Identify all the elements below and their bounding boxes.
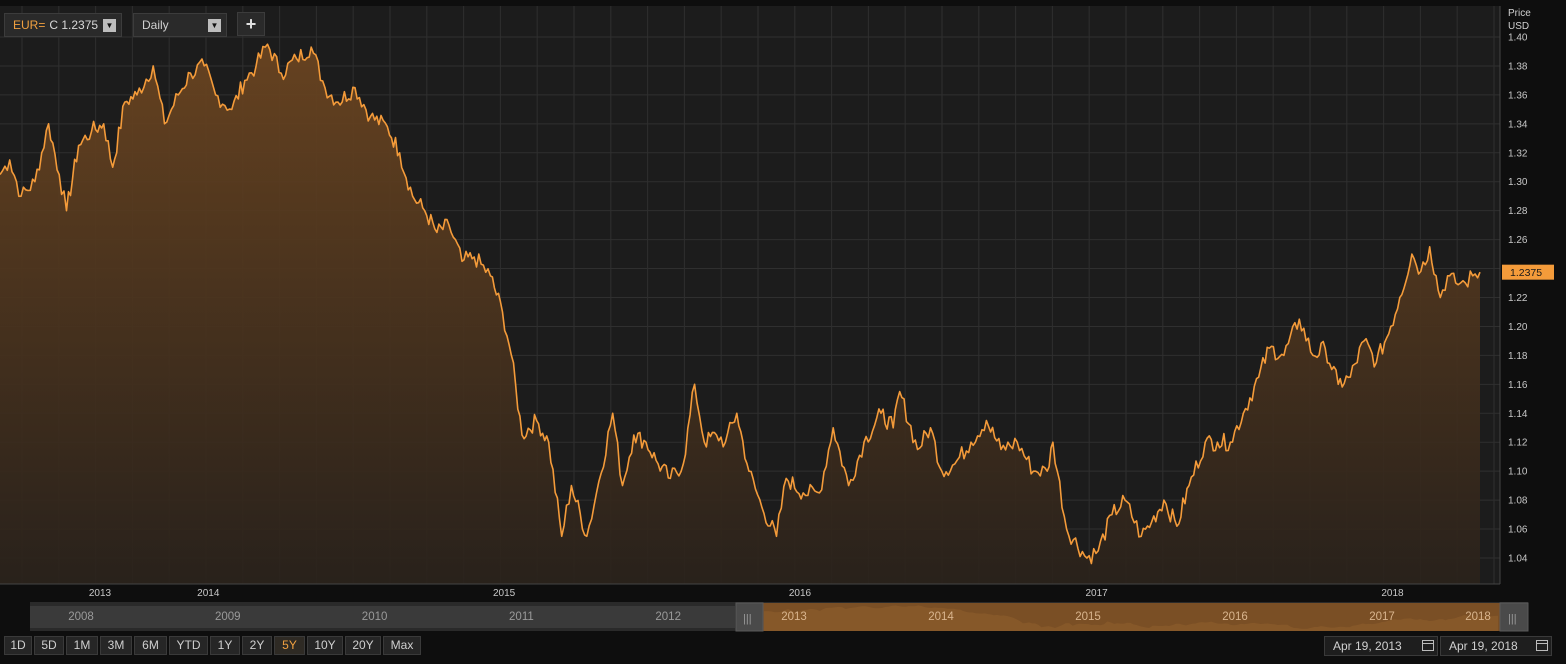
symbol-label: EUR= (13, 18, 46, 32)
price-chart[interactable]: 1.04 1.06 1.08 1.10 1.12 1.14 1.16 1.18 1.20 1.22… (0, 0, 1566, 664)
y-axis-unit: USD (1508, 21, 1529, 32)
range-button-5y[interactable]: 5Y (274, 636, 305, 655)
navigator-year-label: 2018 (1465, 611, 1491, 623)
y-axis-ticks: 1.04 1.06 1.08 1.10 1.12 1.14 1.16 1.18 1.20 1.22… (1508, 33, 1528, 565)
navigator-year-label: 2011 (509, 611, 534, 623)
y-tick-label: 1.16 (1508, 380, 1528, 391)
x-tick-label: 2018 (1381, 588, 1404, 599)
y-tick-label: 1.34 (1508, 119, 1528, 130)
range-button-1m[interactable]: 1M (66, 636, 98, 655)
navigator-year-label: 2015 (1075, 611, 1101, 623)
x-tick-label: 2017 (1086, 588, 1109, 599)
navigator-year-label: 2008 (68, 611, 94, 623)
y-tick-label: 1.40 (1508, 33, 1528, 44)
plus-icon: + (245, 14, 257, 34)
navigator-year-label: 2016 (1222, 611, 1248, 623)
x-tick-label: 2015 (493, 588, 516, 599)
last-price-tag: 1.2375 (1502, 264, 1554, 280)
y-tick-label: 1.18 (1508, 351, 1528, 362)
y-tick-label: 1.20 (1508, 322, 1528, 333)
y-tick-label: 1.36 (1508, 90, 1528, 101)
navigator-left-handle-grip: ||| (743, 613, 752, 625)
interval-dropdown[interactable]: Daily ▼ (133, 13, 227, 37)
y-tick-label: 1.12 (1508, 438, 1528, 449)
y-tick-label: 1.38 (1508, 61, 1528, 72)
y-axis-title: Price (1508, 8, 1531, 19)
range-button-5d[interactable]: 5D (34, 636, 64, 655)
x-tick-label: 2016 (789, 588, 812, 599)
range-button-2y[interactable]: 2Y (242, 636, 272, 655)
calendar-icon[interactable] (1536, 640, 1548, 651)
y-tick-label: 1.30 (1508, 177, 1528, 188)
y-tick-label: 1.06 (1508, 525, 1528, 536)
quote-label: C 1.2375 (49, 18, 99, 32)
y-tick-label: 1.14 (1508, 409, 1528, 420)
range-button-10y[interactable]: 10Y (307, 636, 343, 655)
navigator-year-label: 2010 (362, 611, 388, 623)
range-button-20y[interactable]: 20Y (345, 636, 381, 655)
y-tick-label: 1.10 (1508, 467, 1528, 478)
range-button-max[interactable]: Max (383, 636, 421, 655)
last-price-label: 1.2375 (1510, 267, 1542, 279)
y-tick-label: 1.04 (1508, 554, 1528, 565)
y-tick-label: 1.28 (1508, 206, 1528, 217)
navigator-year-label: 2009 (215, 611, 241, 623)
range-button-6m[interactable]: 6M (134, 636, 167, 655)
range-button-1y[interactable]: 1Y (210, 636, 240, 655)
navigator-year-label: 2017 (1369, 611, 1395, 623)
navigator-year-label: 2013 (781, 611, 807, 623)
range-button-3m[interactable]: 3M (100, 636, 132, 655)
navigator-right-handle-grip: ||| (1508, 613, 1517, 625)
navigator-year-label: 2012 (655, 611, 681, 623)
date-from-field[interactable]: Apr 19, 2013 (1324, 636, 1438, 656)
y-tick-label: 1.32 (1508, 148, 1528, 159)
x-tick-label: 2013 (89, 588, 112, 599)
chevron-down-icon: ▼ (208, 19, 221, 32)
interval-label: Daily (142, 18, 169, 32)
x-axis-ticks: 2013 2014 2015 2016 2017 2018 (89, 588, 1404, 599)
y-tick-label: 1.26 (1508, 235, 1528, 246)
navigator-year-label: 2014 (928, 611, 954, 623)
y-tick-label: 1.08 (1508, 496, 1528, 507)
y-tick-label: 1.22 (1508, 293, 1528, 304)
range-button-ytd[interactable]: YTD (169, 636, 208, 655)
chart-toolbar: EUR= C 1.2375 ▼ Daily ▼ + (0, 0, 1500, 44)
add-button[interactable]: + (237, 12, 265, 36)
x-tick-label: 2014 (197, 588, 220, 599)
date-to-label: Apr 19, 2018 (1449, 639, 1518, 653)
date-to-field[interactable]: Apr 19, 2018 (1440, 636, 1552, 656)
calendar-icon[interactable] (1422, 640, 1434, 651)
chevron-down-icon: ▼ (103, 19, 116, 32)
range-button-1d[interactable]: 1D (4, 636, 32, 655)
date-from-label: Apr 19, 2013 (1333, 639, 1402, 653)
symbol-dropdown[interactable]: EUR= C 1.2375 ▼ (4, 13, 122, 37)
